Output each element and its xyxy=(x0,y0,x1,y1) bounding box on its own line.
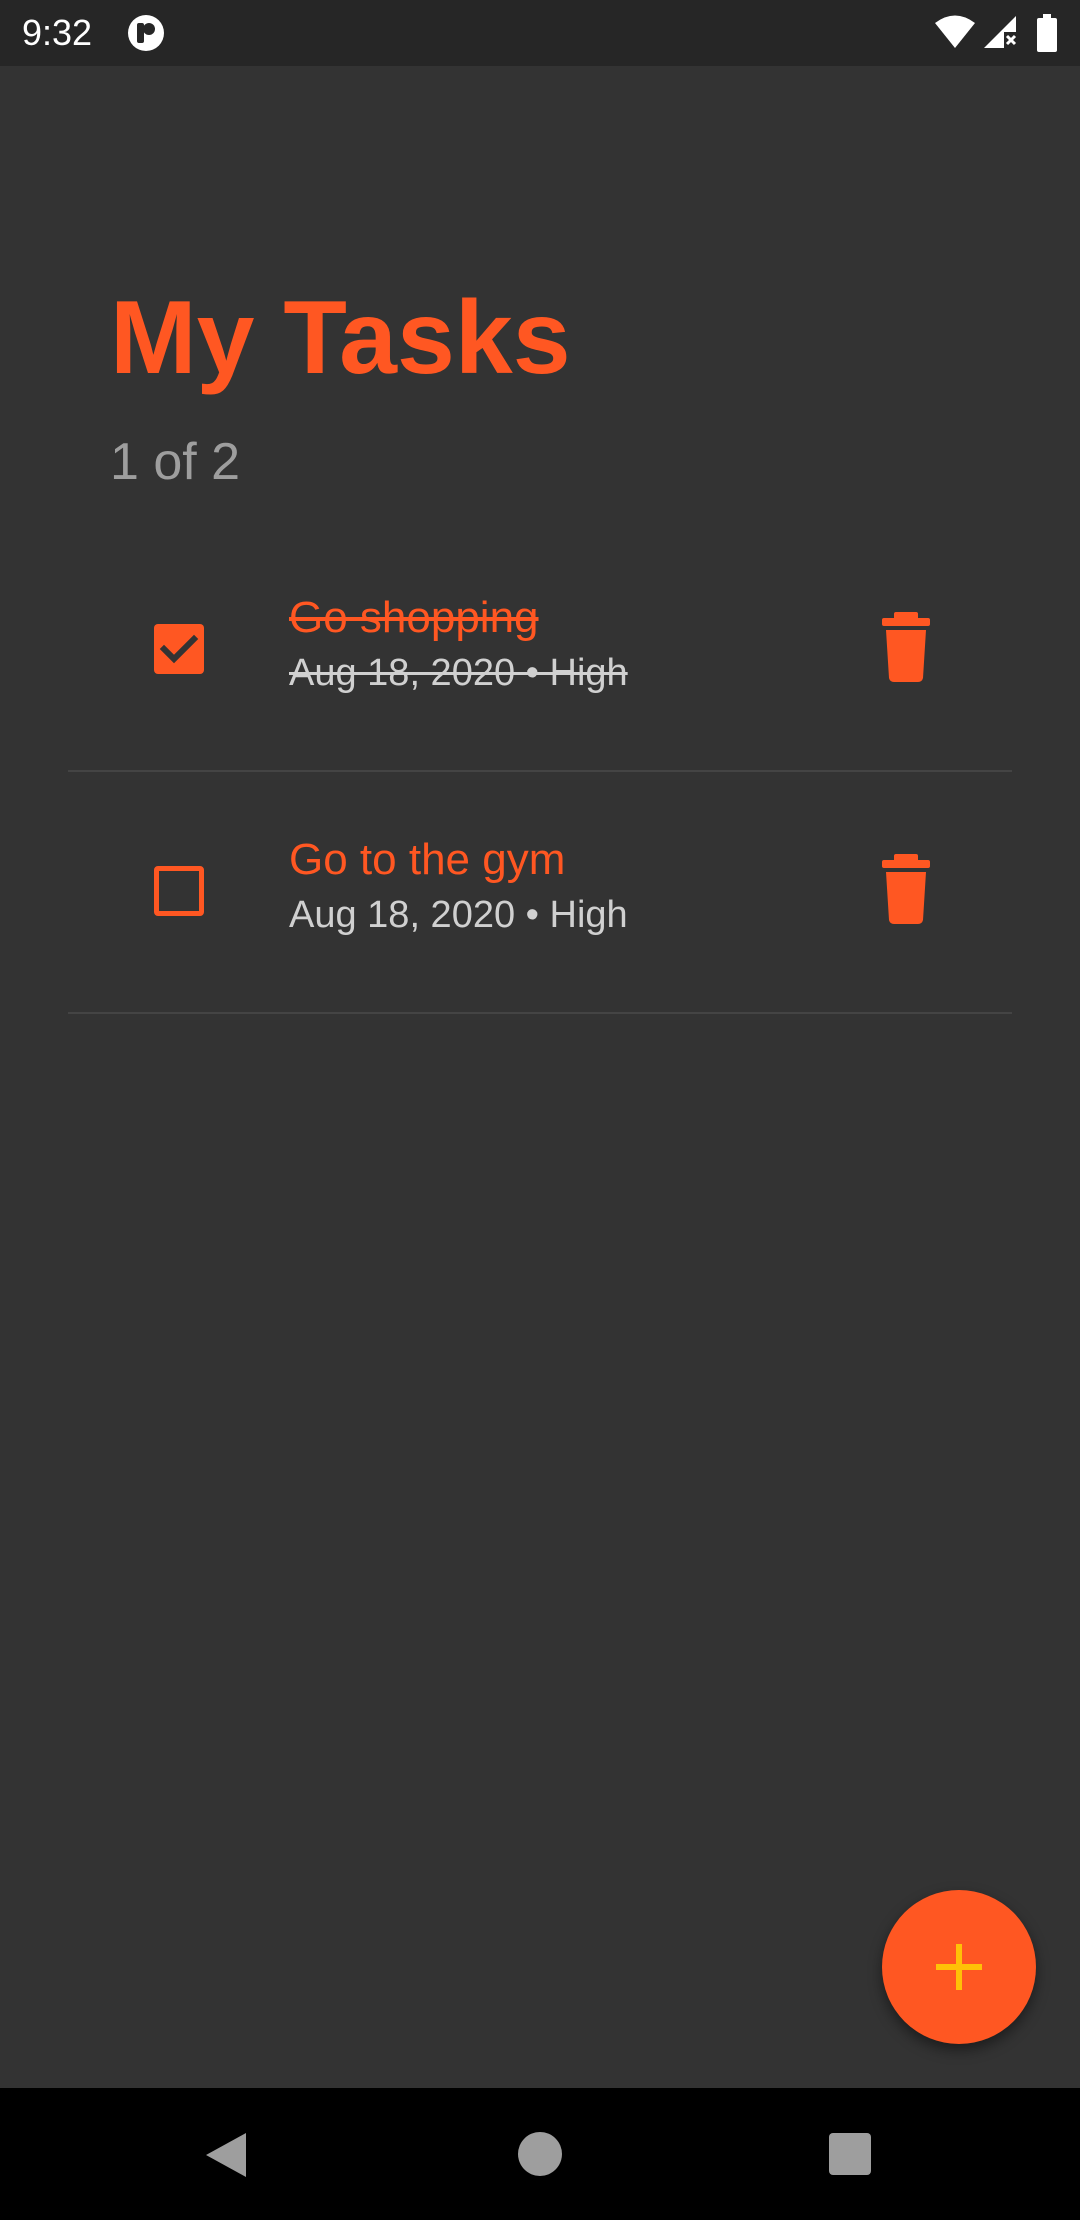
wifi-icon xyxy=(935,15,975,48)
recents-icon[interactable] xyxy=(829,2133,871,2175)
plus-icon xyxy=(936,1944,982,1990)
status-time: 9:32 xyxy=(22,12,93,53)
trash-icon xyxy=(882,612,930,682)
task-meta: Aug 18, 2020 • High xyxy=(289,894,628,936)
add-task-button[interactable] xyxy=(882,1890,1036,2044)
battery-icon xyxy=(1037,14,1057,52)
checkmark-icon xyxy=(159,634,199,664)
task-row[interactable]: Go to the gym Aug 18, 2020 • High xyxy=(68,772,1012,1014)
task-meta: Aug 18, 2020 • High xyxy=(289,652,628,694)
trash-icon xyxy=(882,854,930,924)
delete-task-button[interactable] xyxy=(874,612,938,682)
page-title: My Tasks xyxy=(110,280,571,396)
back-icon[interactable] xyxy=(204,2131,248,2179)
task-title: Go shopping xyxy=(289,593,539,642)
task-checkbox[interactable] xyxy=(154,624,204,674)
task-checkbox[interactable] xyxy=(154,866,204,916)
screen: 9:32 My Tasks 1 of 2 Go shopping Aug 18,… xyxy=(0,0,1080,2220)
navigation-bar xyxy=(0,2088,1080,2220)
status-bar: 9:32 xyxy=(0,0,1080,66)
task-count: 1 of 2 xyxy=(110,433,241,491)
app-notification-icon xyxy=(128,15,164,51)
task-title: Go to the gym xyxy=(289,835,566,884)
task-row[interactable]: Go shopping Aug 18, 2020 • High xyxy=(68,530,1012,772)
home-icon[interactable] xyxy=(518,2132,562,2176)
signal-icon xyxy=(984,16,1017,48)
delete-task-button[interactable] xyxy=(874,854,938,924)
